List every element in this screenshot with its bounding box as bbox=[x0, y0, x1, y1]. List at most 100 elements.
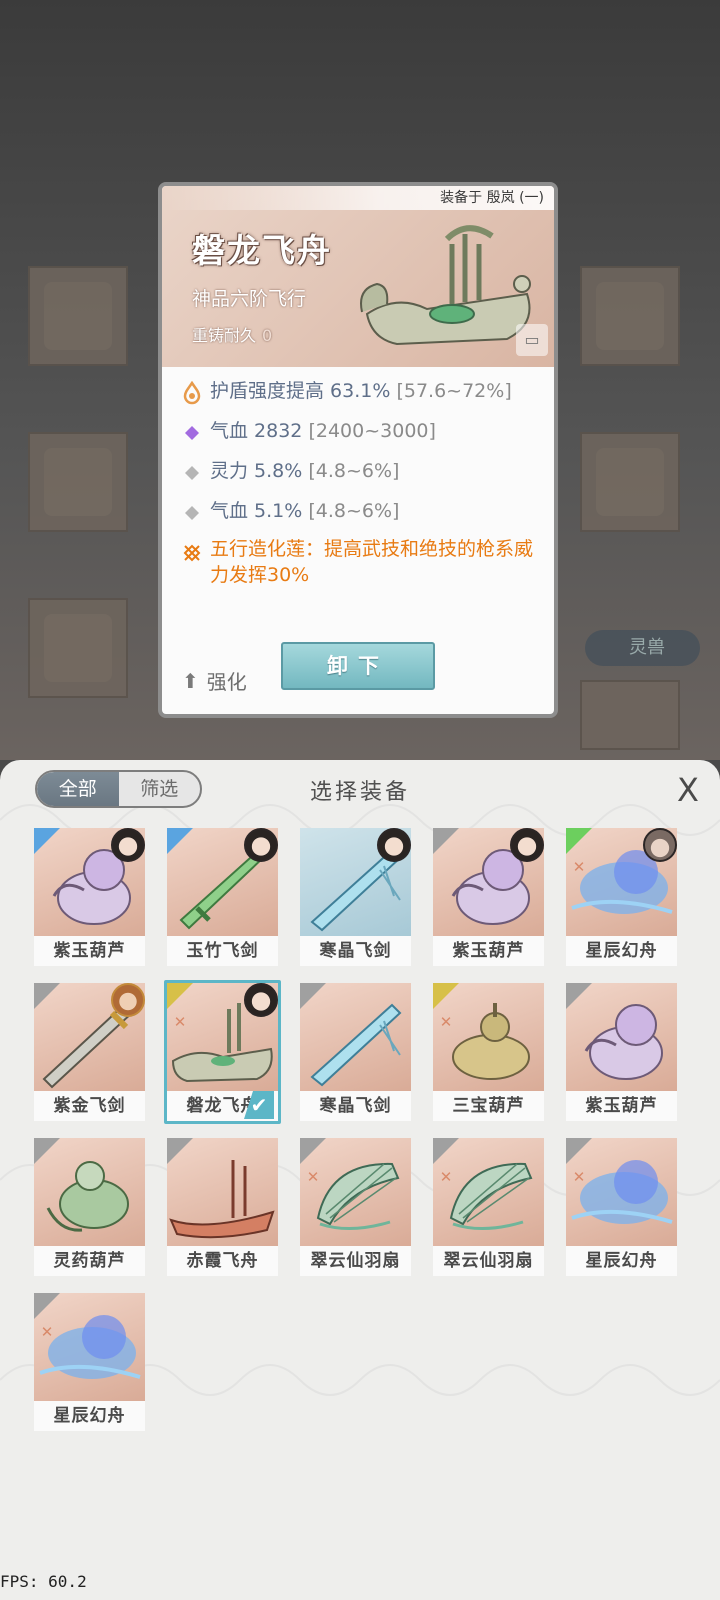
equipment-name: 紫玉葫芦 bbox=[34, 936, 145, 966]
gourd-gold-artwork bbox=[452, 1003, 530, 1080]
equipment-select-panel: 全部 筛选 选择装备 X 紫玉葫芦 玉竹飞剑 寒晶飞剑 紫玉葫芦 ✕ 星辰幻舟 紫金飞剑 ✕ 磐… bbox=[0, 760, 720, 1600]
equipment-card[interactable]: 紫玉葫芦 bbox=[34, 828, 145, 968]
item-grade: 神品六阶飞行 bbox=[192, 288, 307, 310]
attribute-range: [4.8~6%] bbox=[308, 460, 400, 482]
reforge-durability: 重铸耐久 0 bbox=[192, 322, 272, 346]
equipment-image bbox=[300, 983, 411, 1091]
equipment-name: 三宝葫芦 bbox=[433, 1091, 544, 1121]
flame-icon bbox=[183, 381, 201, 405]
panel-title: 选择装备 bbox=[309, 780, 410, 805]
five-elements-rune-icon: ✕ bbox=[40, 1323, 54, 1341]
five-elements-rune-icon: ✕ bbox=[439, 1168, 453, 1186]
boat-blue-artwork bbox=[571, 1160, 673, 1224]
equipment-card[interactable]: ✕ 翠云仙羽扇 bbox=[433, 1138, 544, 1278]
equipment-card[interactable]: 赤霞飞舟 bbox=[167, 1138, 278, 1278]
bg-equip-slot bbox=[580, 680, 680, 750]
attribute-value: 灵力 5.8% bbox=[210, 460, 303, 482]
purple-diamond-icon bbox=[185, 426, 199, 440]
boat-jade-artwork bbox=[171, 1003, 273, 1083]
equipment-image bbox=[433, 828, 544, 936]
equipment-card[interactable]: ✕ 星辰幻舟 bbox=[566, 828, 677, 968]
boat-red-artwork bbox=[169, 1160, 275, 1239]
equipment-card[interactable]: 寒晶飞剑 bbox=[300, 828, 411, 968]
equipment-card[interactable]: 紫玉葫芦 bbox=[433, 828, 544, 968]
strengthen-button[interactable]: ⬆ 强化 bbox=[182, 666, 247, 695]
equipment-card[interactable]: 灵药葫芦 bbox=[34, 1138, 145, 1278]
checkmark-icon: ✔ bbox=[244, 1091, 274, 1119]
unequip-button[interactable]: 卸下 bbox=[281, 642, 435, 690]
equipment-image bbox=[566, 983, 677, 1091]
equipment-name: 紫金飞剑 bbox=[34, 1091, 145, 1121]
equipment-image: ✕ bbox=[34, 1293, 145, 1401]
strengthen-label: 强化 bbox=[206, 670, 247, 694]
owner-avatar bbox=[244, 828, 278, 862]
owner-avatar bbox=[643, 828, 677, 862]
equipment-card[interactable]: 寒晶飞剑 bbox=[300, 983, 411, 1123]
owner-avatar bbox=[111, 828, 145, 862]
attribute-row: 气血 5.1% [4.8~6%] bbox=[180, 496, 550, 536]
equipment-image bbox=[34, 1138, 145, 1246]
bg-equip-slot bbox=[580, 432, 680, 532]
equipment-image: ✕ bbox=[566, 1138, 677, 1246]
attribute-value: 护盾强度提高 63.1% bbox=[210, 380, 391, 402]
equipment-name: 赤霞飞舟 bbox=[167, 1246, 278, 1276]
attribute-value: 气血 2832 bbox=[210, 420, 303, 442]
fan-green-artwork bbox=[316, 1162, 400, 1231]
equipment-card[interactable]: ✕ 星辰幻舟 bbox=[566, 1138, 677, 1278]
equipment-name: 寒晶飞剑 bbox=[300, 1091, 411, 1121]
equipment-card[interactable]: ✕ 翠云仙羽扇 bbox=[300, 1138, 411, 1278]
close-icon[interactable]: X bbox=[668, 770, 708, 810]
attribute-row: 气血 2832 [2400~3000] bbox=[180, 416, 550, 456]
equipment-card[interactable]: 紫金飞剑 bbox=[34, 983, 145, 1123]
item-detail-card: 装备于 殷岚 (一) 磐龙飞舟 神品六阶飞行 重铸耐久 0 ▭ 护盾强度提高 63… bbox=[158, 182, 558, 718]
equipment-image bbox=[167, 1138, 278, 1246]
special-effect-row: 五行造化莲：提高武技和绝技的枪系威力发挥30% bbox=[180, 536, 550, 596]
equipment-name: 玉竹飞剑 bbox=[167, 936, 278, 966]
gourd-purple-artwork bbox=[584, 1004, 663, 1080]
bg-equip-slot bbox=[580, 266, 680, 366]
attribute-value: 气血 5.1% bbox=[210, 500, 303, 522]
lock-button[interactable]: ▭ bbox=[516, 324, 548, 356]
equipment-card[interactable]: ✕ 磐龙飞舟 ✔ bbox=[164, 980, 281, 1124]
equipment-image bbox=[34, 983, 145, 1091]
owner-avatar bbox=[510, 828, 544, 862]
equipment-image: ✕ bbox=[433, 983, 544, 1091]
attribute-range: [2400~3000] bbox=[308, 420, 436, 442]
bg-equip-slot bbox=[28, 432, 128, 532]
five-elements-rune-icon: ✕ bbox=[439, 1013, 453, 1031]
gray-diamond-icon bbox=[185, 466, 199, 480]
item-detail-header: 装备于 殷岚 (一) 磐龙飞舟 神品六阶飞行 重铸耐久 0 ▭ bbox=[162, 186, 554, 367]
equipment-card[interactable]: 紫玉葫芦 bbox=[566, 983, 677, 1123]
five-elements-rune-icon: ✕ bbox=[572, 1168, 586, 1186]
reforge-label: 重铸耐久 bbox=[192, 326, 257, 345]
reforge-value: 0 bbox=[262, 326, 273, 345]
equipment-name: 星辰幻舟 bbox=[566, 936, 677, 966]
equipment-image: ✕ bbox=[566, 828, 677, 936]
owner-avatar bbox=[111, 983, 145, 1017]
five-elements-rune-icon: ✕ bbox=[306, 1168, 320, 1186]
sword-blue-artwork bbox=[310, 1003, 402, 1087]
equipment-image: ✕ bbox=[300, 1138, 411, 1246]
equipment-card[interactable]: ✕ 星辰幻舟 bbox=[34, 1293, 145, 1433]
attribute-list: 护盾强度提高 63.1% [57.6~72%] 气血 2832 [2400~30… bbox=[180, 376, 550, 596]
equipment-name: 星辰幻舟 bbox=[566, 1246, 677, 1276]
attribute-range: [57.6~72%] bbox=[396, 380, 512, 402]
equipment-name: 灵药葫芦 bbox=[34, 1246, 145, 1276]
attribute-row: 灵力 5.8% [4.8~6%] bbox=[180, 456, 550, 496]
fps-counter: FPS: 60.2 bbox=[0, 1572, 87, 1591]
attribute-range: [4.8~6%] bbox=[308, 500, 400, 522]
bg-equip-slot bbox=[28, 598, 128, 698]
equipment-image: ✕ bbox=[433, 1138, 544, 1246]
five-elements-rune-icon: ✕ bbox=[572, 858, 586, 876]
fan-green-artwork bbox=[449, 1162, 533, 1231]
equipment-card[interactable]: 玉竹飞剑 bbox=[167, 828, 278, 968]
equipment-image bbox=[167, 828, 278, 936]
owner-avatar bbox=[377, 828, 411, 862]
equipment-name: 紫玉葫芦 bbox=[433, 936, 544, 966]
five-elements-rune-icon bbox=[183, 544, 201, 562]
equipment-name: 翠云仙羽扇 bbox=[300, 1246, 411, 1276]
equipment-image bbox=[300, 828, 411, 936]
five-elements-rune-icon: ✕ bbox=[173, 1013, 187, 1031]
equipment-card[interactable]: ✕ 三宝葫芦 bbox=[433, 983, 544, 1123]
boat-blue-artwork bbox=[39, 1315, 141, 1379]
